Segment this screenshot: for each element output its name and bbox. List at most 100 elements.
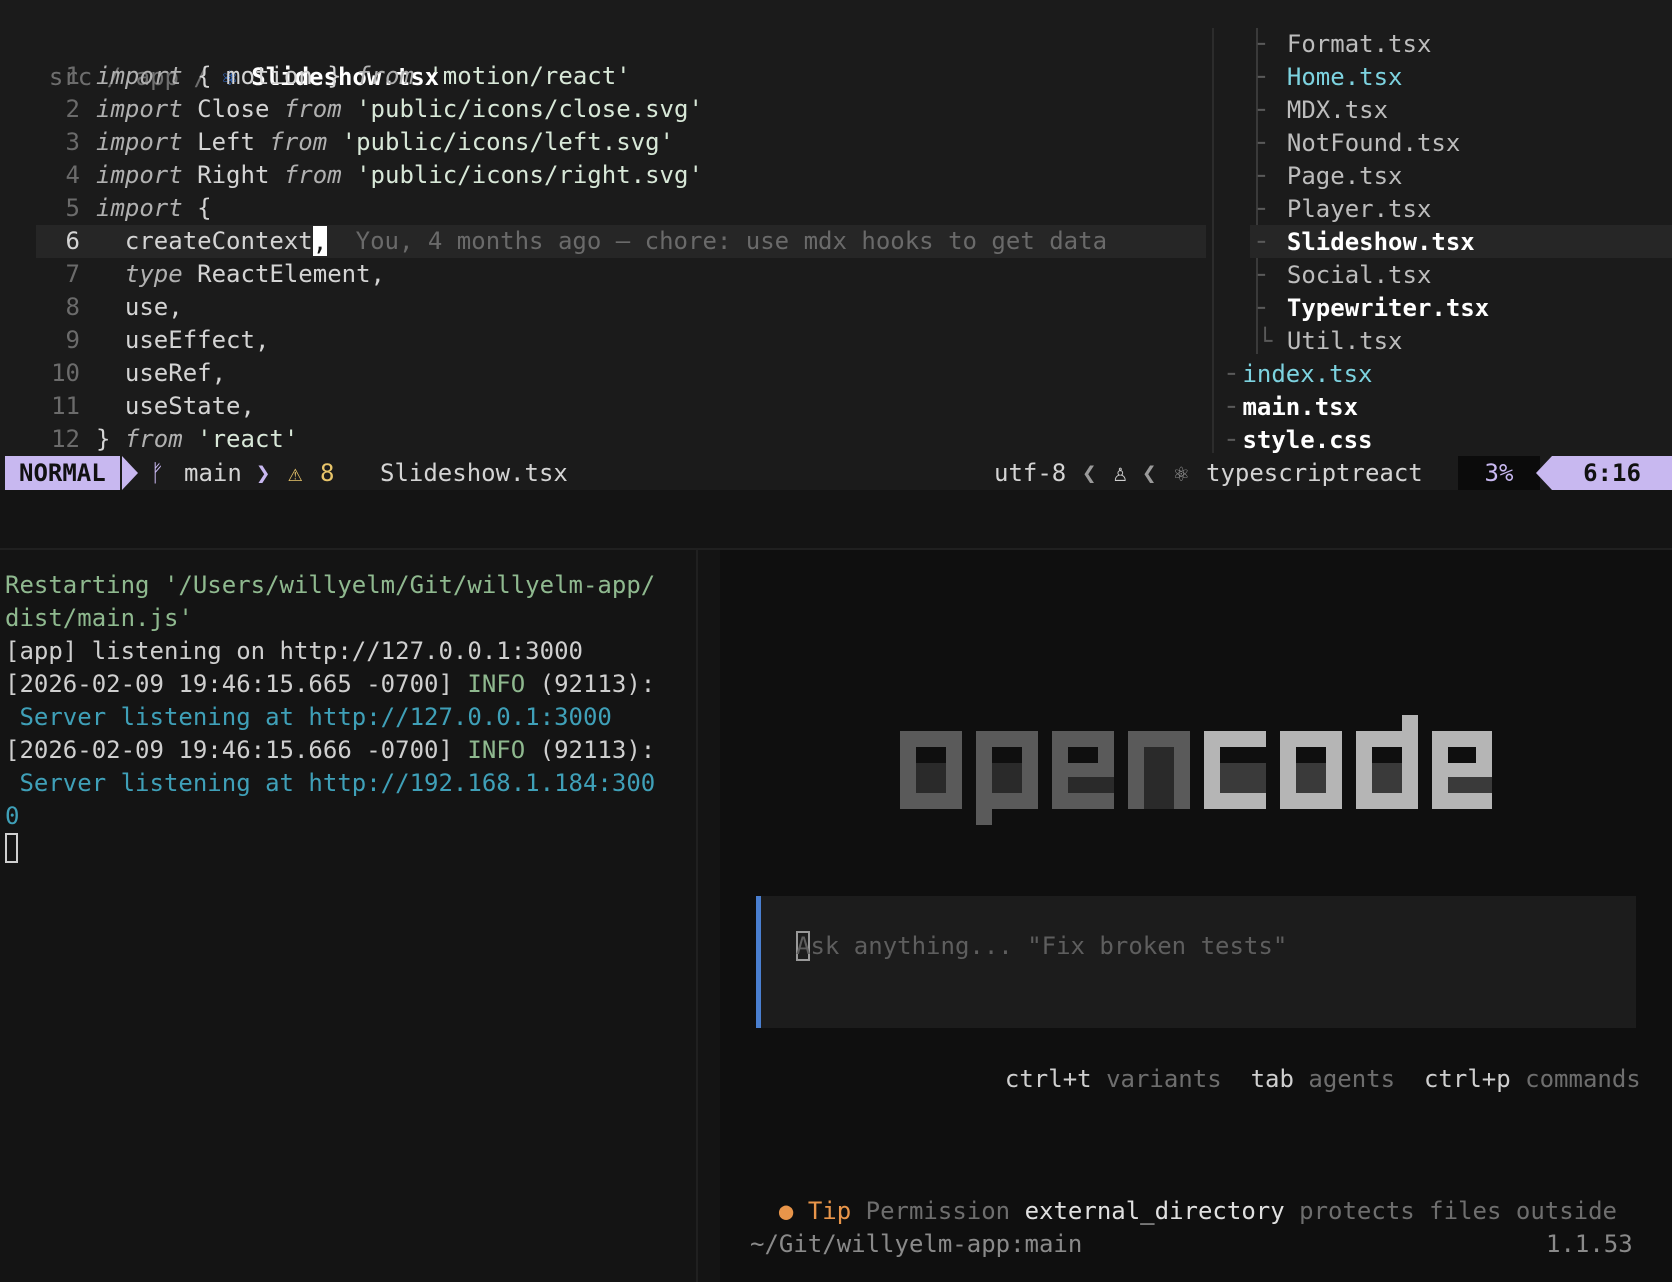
- terminal-text: Server listening at http://192.168.1.184…: [5, 769, 656, 797]
- code-token: from: [269, 128, 328, 156]
- terminal-line: Server listening at http://127.0.0.1:300…: [5, 701, 612, 734]
- code-line[interactable]: import Close from 'public/icons/close.sv…: [96, 93, 703, 126]
- hint-key-commands: ctrl+p: [1423, 1065, 1511, 1093]
- tree-item-label: Player.tsx: [1286, 195, 1432, 223]
- line-number: 10: [51, 359, 80, 387]
- tree-item-label: NotFound.tsx: [1286, 129, 1461, 157]
- hint-key-agents: tab: [1250, 1065, 1294, 1093]
- mode-indicator: NORMAL: [5, 456, 120, 490]
- hint-agents[interactable]: agents: [1308, 1065, 1395, 1093]
- tree-item[interactable]: └ Util.tsx: [1258, 325, 1403, 358]
- terminal-line: Server listening at http://192.168.1.184…: [5, 767, 655, 800]
- code-line[interactable]: import {: [96, 192, 212, 225]
- tree-item[interactable]: ╴style.css: [1228, 424, 1373, 457]
- log-level: INFO: [467, 670, 526, 698]
- tree-item-label: Page.tsx: [1286, 162, 1403, 190]
- prompt-input[interactable]: Ask anything... "Fix broken tests": [796, 930, 1287, 963]
- tree-item-label: Format.tsx: [1286, 30, 1432, 58]
- tree-item-label: MDX.tsx: [1286, 96, 1389, 124]
- terminal-text: dist/main.js': [5, 604, 193, 632]
- tree-item[interactable]: ╴ Home.tsx: [1258, 61, 1403, 94]
- tree-item[interactable]: ╴ Player.tsx: [1258, 193, 1431, 226]
- status-filename: Slideshow.tsx: [380, 459, 568, 487]
- git-blame: You, 4 months ago – chore: use mdx hooks…: [355, 227, 1108, 255]
- code-token: from: [283, 161, 342, 189]
- line-number: 8: [65, 293, 80, 321]
- logo-code: [1204, 715, 1492, 809]
- mode-separator: [122, 456, 138, 490]
- code-token: useRef,: [96, 359, 227, 387]
- tree-item[interactable]: ╴main.tsx: [1228, 391, 1358, 424]
- tree-item-label: Typewriter.tsx: [1286, 294, 1490, 322]
- tree-item[interactable]: ╴index.tsx: [1228, 358, 1373, 391]
- tree-item[interactable]: ╴ Typewriter.tsx: [1258, 292, 1489, 325]
- code-token: use,: [96, 293, 183, 321]
- code-token: import: [96, 194, 183, 222]
- hint-variants[interactable]: variants: [1106, 1065, 1222, 1093]
- tree-item[interactable]: ╴ Social.tsx: [1258, 259, 1431, 292]
- code-token: 'public/icons/left.svg': [327, 128, 674, 156]
- terminal-text: (92113):: [525, 736, 656, 764]
- code-line[interactable]: import Right from 'public/icons/right.sv…: [96, 159, 703, 192]
- tree-branch-glyph: ╴: [1258, 261, 1287, 289]
- code-line[interactable]: useEffect,: [96, 324, 270, 357]
- tree-branch-glyph: └: [1258, 327, 1287, 355]
- terminal-text: 0: [5, 802, 20, 830]
- line-number: 9: [65, 326, 80, 354]
- tree-branch-glyph: ╴: [1228, 426, 1243, 454]
- tree-item[interactable]: ╴ Slideshow.tsx: [1258, 226, 1475, 259]
- log-level: INFO: [467, 736, 526, 764]
- tree-item[interactable]: ╴ MDX.tsx: [1258, 94, 1388, 127]
- hint-commands[interactable]: commands: [1525, 1065, 1641, 1093]
- tree-item[interactable]: ╴ Page.tsx: [1258, 160, 1403, 193]
- terminal-text: [2026-02-09 19:46:15.665 -0700]: [5, 670, 468, 698]
- code-line[interactable]: } from 'react': [96, 423, 298, 456]
- terminal-text: Server listening at http://127.0.0.1:300…: [5, 703, 612, 731]
- code-token: from: [124, 425, 183, 453]
- prompt-placeholder: Ask anything... "Fix broken tests": [796, 932, 1288, 960]
- code-token: import: [96, 62, 183, 90]
- tree-item[interactable]: ╴ Format.tsx: [1258, 28, 1431, 61]
- code-token: type: [124, 260, 183, 288]
- line-number: 3: [65, 128, 80, 156]
- cwd-path: ~/Git/willyelm-app:main: [750, 1230, 1083, 1258]
- chevron-left-icon: ❮: [1082, 459, 1097, 487]
- code-line[interactable]: createContext, You, 4 months ago – chore…: [96, 225, 1107, 258]
- code-line[interactable]: import { motion } from 'motion/react': [96, 60, 631, 93]
- line-number: 12: [51, 425, 80, 453]
- pane-divider-vertical[interactable]: [696, 550, 698, 1282]
- tip-line: ● Tip Permission external_directory prot…: [778, 1197, 1618, 1225]
- code-line[interactable]: use,: [96, 291, 183, 324]
- statusline: NORMAL ᚠ main ❯ ⚠ 8 Slideshow.tsx utf-8 …: [0, 456, 1672, 490]
- cursor-char: ,: [312, 227, 328, 256]
- code-line[interactable]: import Left from 'public/icons/left.svg': [96, 126, 674, 159]
- warning-count[interactable]: 8: [320, 456, 334, 490]
- terminal-text: Restarting '/Users/willyelm/Git/willyelm…: [5, 571, 656, 599]
- code-token: Close: [182, 95, 284, 123]
- code-line[interactable]: type ReactElement,: [96, 258, 385, 291]
- logo-open: [900, 731, 1190, 825]
- chevron-left-icon: ❮: [1142, 459, 1157, 487]
- chevron-right-icon: ❯: [256, 459, 271, 487]
- tree-item-label: index.tsx: [1242, 360, 1373, 388]
- tree-branch-glyph: ╴: [1258, 96, 1287, 124]
- code-token: import: [96, 128, 183, 156]
- code-token: import: [96, 161, 183, 189]
- terminal-line: Restarting '/Users/willyelm/Git/willyelm…: [5, 569, 655, 602]
- code-token: from: [356, 62, 414, 90]
- git-branch[interactable]: main: [184, 456, 242, 490]
- tree-branch-glyph: ╴: [1228, 360, 1243, 388]
- warning-icon: ⚠: [288, 459, 303, 487]
- tree-branch-glyph: ╴: [1258, 195, 1287, 223]
- code-token: {: [182, 194, 212, 222]
- tree-branch-glyph: ╴: [1228, 393, 1243, 421]
- file-encoding: utf-8: [994, 459, 1067, 487]
- line-number: 11: [51, 392, 80, 420]
- terminal-cursor: [5, 833, 18, 863]
- breadcrumb: src / app / ⚛ Slideshow.tsx: [48, 63, 440, 91]
- code-line[interactable]: useState,: [96, 390, 255, 423]
- tree-item[interactable]: ╴ NotFound.tsx: [1258, 127, 1460, 160]
- position-separator: [1536, 456, 1552, 490]
- code-line[interactable]: useRef,: [96, 357, 226, 390]
